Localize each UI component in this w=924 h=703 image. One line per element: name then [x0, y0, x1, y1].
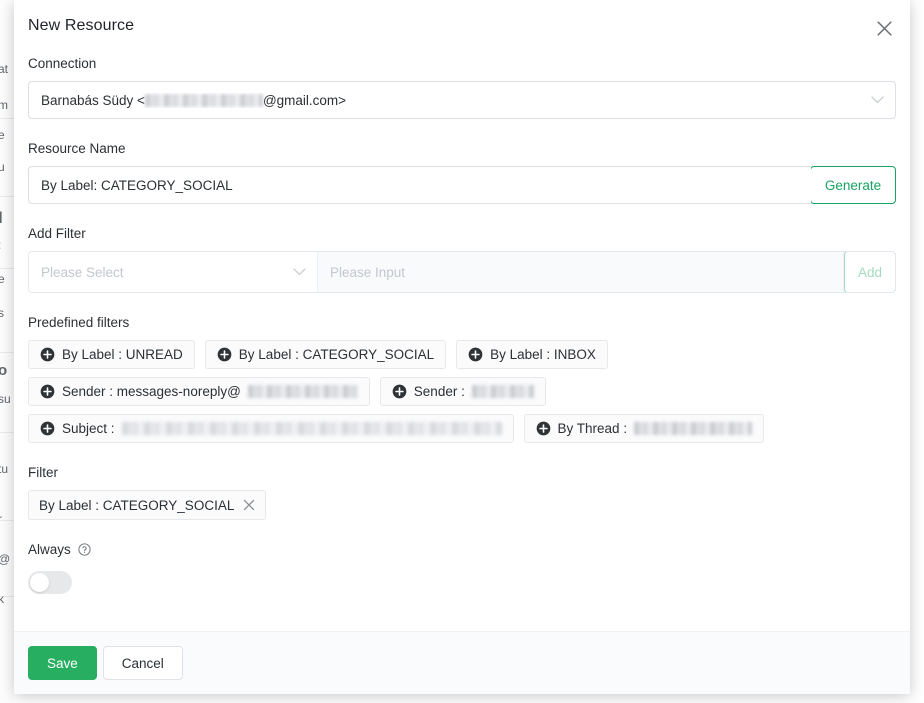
- add-filter-value-input[interactable]: Please Input: [318, 252, 844, 292]
- resource-name-input[interactable]: By Label: CATEGORY_SOCIAL: [28, 166, 811, 204]
- background-text-fragment: o: [0, 362, 8, 379]
- predefined-filter-label: By Label : UNREAD: [62, 346, 183, 362]
- background-text-fragment: I: [0, 208, 3, 227]
- background-text-fragment: e: [0, 272, 5, 286]
- add-filter-button[interactable]: Add: [844, 252, 895, 292]
- add-filter-value-placeholder: Please Input: [330, 264, 406, 280]
- always-group: Always: [28, 542, 896, 594]
- predefined-filter-chip[interactable]: By Label : INBOX: [456, 340, 608, 369]
- background-text-fragment: m: [0, 98, 8, 112]
- add-filter-label: Add Filter: [28, 226, 86, 241]
- chevron-down-icon: [871, 96, 884, 105]
- plus-circle-icon: [40, 384, 55, 399]
- always-label-row: Always: [28, 542, 896, 557]
- cancel-button[interactable]: Cancel: [102, 646, 183, 680]
- background-text-fragment: s: [0, 306, 4, 320]
- background-text-fragment: e: [0, 128, 5, 142]
- always-toggle-knob: [30, 573, 49, 592]
- background-text-fragment: su: [0, 392, 11, 406]
- filter-tag-label: By Label : CATEGORY_SOCIAL: [39, 497, 235, 513]
- plus-circle-icon: [392, 384, 407, 399]
- predefined-filters-row: Subject : By Thread :: [28, 414, 896, 443]
- plus-circle-icon: [536, 421, 550, 436]
- add-filter-type-placeholder: Please Select: [41, 264, 124, 280]
- background-text-fragment: k: [0, 592, 4, 606]
- page-root: at m e u I : e s o su tu r @ k New Resou…: [0, 0, 924, 703]
- dialog-header: New Resource: [14, 0, 910, 56]
- predefined-filters-list: By Label : UNREAD By Label : CATEGORY_SO…: [28, 340, 896, 443]
- background-text-fragment: u: [0, 160, 5, 174]
- predefined-filters-row: By Label : UNREAD By Label : CATEGORY_SO…: [28, 340, 896, 369]
- predefined-filter-label: Subject :: [62, 420, 115, 436]
- predefined-filters-group: Predefined filters By Label : UNREAD By …: [28, 315, 896, 443]
- connection-select-value: Barnabás Südy < @gmail.com>: [29, 93, 358, 108]
- add-filter-group: Add Filter Please Select Please Input Ad: [28, 226, 896, 293]
- resource-name-row: By Label: CATEGORY_SOCIAL Generate: [28, 166, 896, 204]
- always-toggle[interactable]: [28, 571, 72, 594]
- predefined-filter-chip[interactable]: Sender :: [379, 377, 546, 406]
- help-circle-icon[interactable]: [78, 543, 91, 556]
- plus-circle-icon: [217, 347, 232, 362]
- predefined-filter-label: By Label : INBOX: [490, 346, 596, 362]
- predefined-filter-chip[interactable]: Sender : messages-noreply@: [28, 377, 370, 406]
- background-text-fragment: r: [0, 512, 2, 526]
- connection-label: Connection: [28, 56, 97, 71]
- always-label: Always: [28, 542, 71, 557]
- dialog-footer: Save Cancel: [14, 631, 910, 694]
- predefined-filter-chip[interactable]: Subject :: [28, 414, 514, 443]
- connection-group: Connection Barnabás Südy < @gmail.com>: [28, 56, 896, 119]
- predefined-filter-label: By Label : CATEGORY_SOCIAL: [238, 346, 435, 362]
- filter-group: Filter By Label : CATEGORY_SOCIAL: [28, 465, 896, 520]
- plus-circle-icon: [40, 421, 55, 436]
- predefined-filters-label: Predefined filters: [28, 315, 130, 330]
- filter-label: Filter: [28, 465, 58, 480]
- predefined-filter-label: Sender : messages-noreply@: [62, 383, 241, 399]
- generate-button[interactable]: Generate: [810, 166, 896, 204]
- resource-name-label: Resource Name: [28, 141, 126, 156]
- predefined-filter-label: Sender :: [413, 383, 465, 399]
- connection-select[interactable]: Barnabás Südy < @gmail.com>: [28, 81, 896, 119]
- new-resource-dialog: New Resource Connection Barnabás Südy < …: [14, 0, 910, 694]
- predefined-filter-chip[interactable]: By Thread :: [523, 414, 765, 443]
- filter-tag-list: By Label : CATEGORY_SOCIAL: [28, 490, 896, 520]
- predefined-filter-label: By Thread :: [557, 420, 628, 436]
- connection-email-redaction: [144, 93, 263, 107]
- background-text-fragment: tu: [0, 462, 9, 476]
- add-filter-row: Please Select Please Input Add: [28, 251, 896, 293]
- plus-circle-icon: [468, 347, 483, 362]
- background-text-fragment: @: [0, 552, 10, 566]
- connection-value-suffix: @gmail.com>: [262, 92, 347, 108]
- close-icon[interactable]: [243, 499, 255, 511]
- filter-tag[interactable]: By Label : CATEGORY_SOCIAL: [28, 490, 267, 520]
- add-filter-type-select[interactable]: Please Select: [29, 252, 318, 292]
- plus-circle-icon: [40, 347, 55, 362]
- predefined-filter-chip[interactable]: By Label : UNREAD: [28, 340, 195, 369]
- chevron-down-icon: [293, 268, 306, 277]
- predefined-filter-redaction: [121, 422, 502, 435]
- background-text-fragment: at: [0, 62, 9, 76]
- connection-value-prefix: Barnabás Südy <: [41, 92, 145, 108]
- resource-name-value: By Label: CATEGORY_SOCIAL: [41, 177, 233, 193]
- predefined-filters-row: Sender : messages-noreply@ Sender :: [28, 377, 896, 406]
- predefined-filter-redaction: [634, 422, 753, 435]
- background-text-fragment: :: [0, 238, 1, 252]
- predefined-filter-redaction: [247, 385, 358, 398]
- predefined-filter-redaction: [471, 385, 534, 398]
- save-button[interactable]: Save: [28, 646, 97, 680]
- resource-name-group: Resource Name By Label: CATEGORY_SOCIAL …: [28, 141, 896, 204]
- predefined-filter-chip[interactable]: By Label : CATEGORY_SOCIAL: [204, 340, 447, 369]
- dialog-title: New Resource: [28, 17, 135, 34]
- dialog-body: Connection Barnabás Südy < @gmail.com> R…: [14, 56, 910, 631]
- close-icon[interactable]: [870, 14, 898, 42]
- background-page-sliver: at m e u I : e s o su tu r @ k: [0, 0, 14, 703]
